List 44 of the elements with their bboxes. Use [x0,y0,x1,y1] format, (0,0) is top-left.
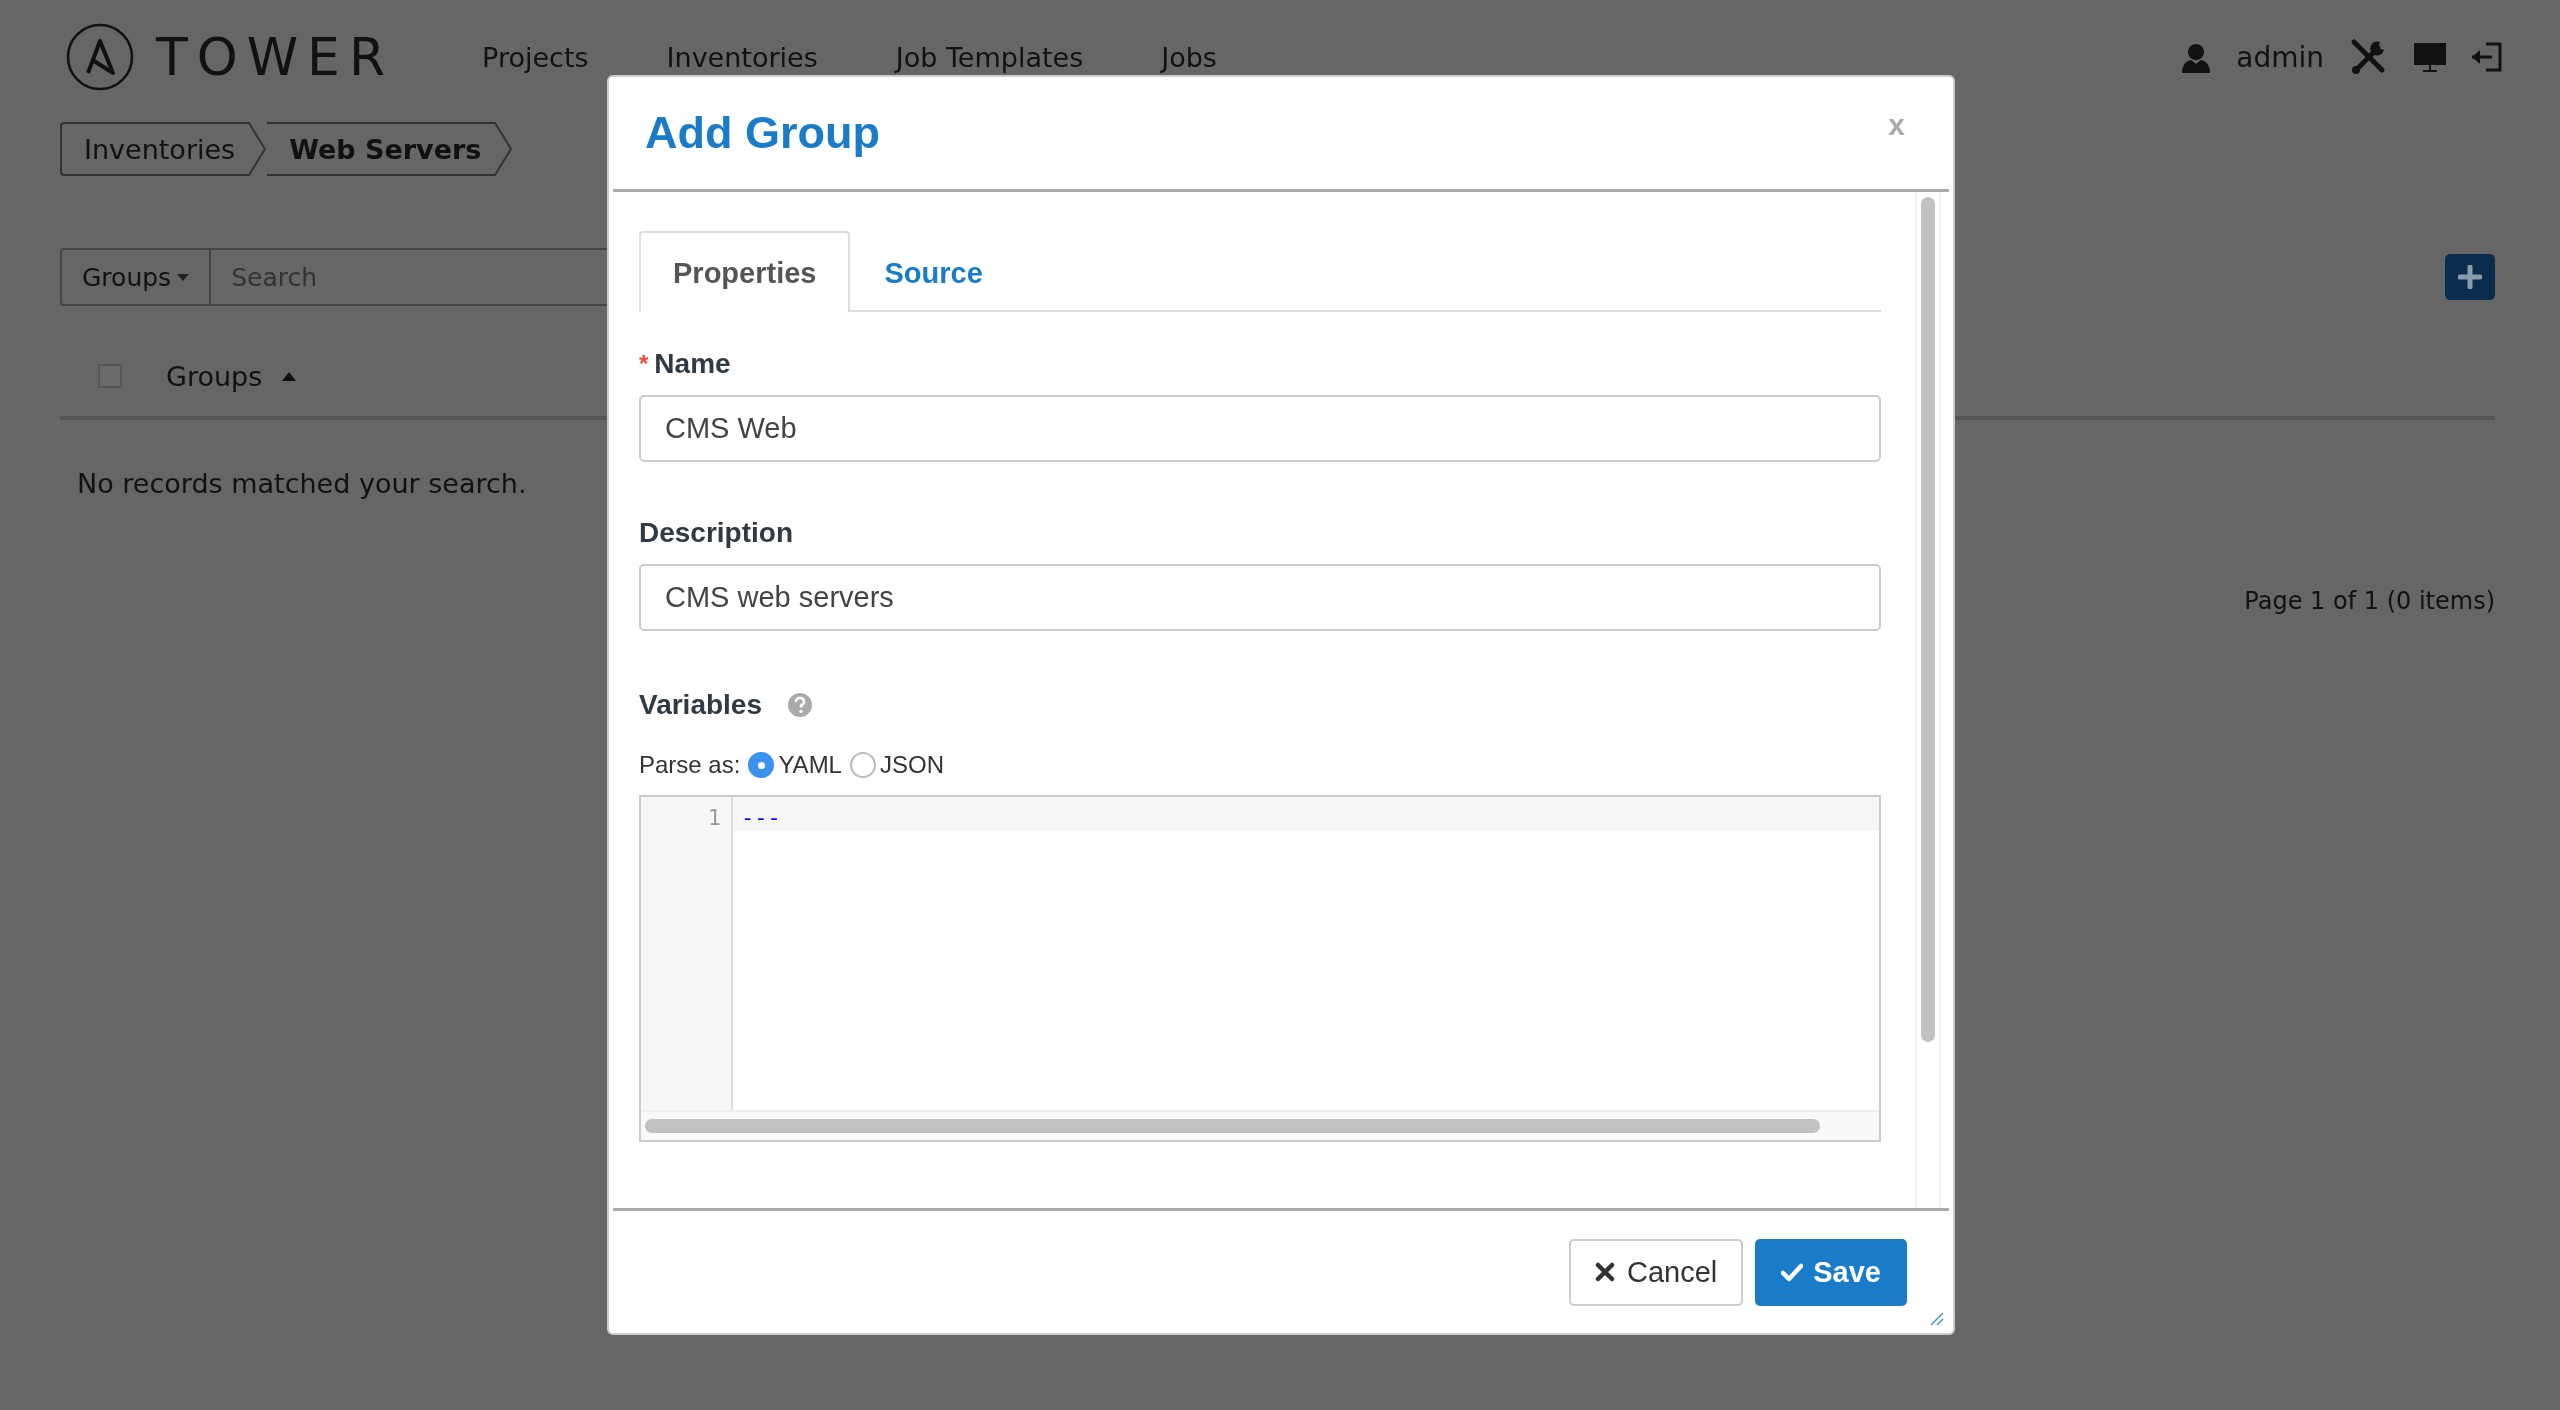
close-button[interactable]: x [1884,108,1909,142]
nav-link[interactable]: Projects [482,41,589,73]
help-icon[interactable] [788,693,812,717]
line-number: 1 [706,804,722,829]
close-icon [1595,1262,1617,1282]
pagination-text: Page 1 of 1 (0 items) [2244,587,2495,615]
logo-text: TOWER [156,31,395,83]
nav-link[interactable]: Job Templates [895,41,1084,73]
nav-link[interactable]: Inventories [666,41,818,73]
required-mark: * [639,350,649,378]
filter-dropdown[interactable]: Groups [60,248,212,306]
field-label: Variables [639,689,762,721]
tab[interactable]: Source [850,231,1017,312]
plus-icon [2458,265,2482,289]
caret-icon [177,273,190,281]
checkmark-icon [1781,1262,1804,1282]
logo-icon [66,23,134,91]
save-button[interactable]: Save [1755,1238,1907,1306]
user-icon [2182,41,2211,73]
text-field[interactable]: CMS Web [639,395,1881,462]
tab[interactable]: Properties [639,231,851,312]
add-button[interactable] [2445,254,2495,300]
resize-handle-icon[interactable] [1929,1311,1945,1327]
field-label: Description [639,517,794,549]
scrollbar-thumb[interactable] [645,1119,1820,1133]
column-header[interactable]: Groups [166,360,263,392]
field-label: Name [654,348,731,380]
text-field[interactable]: CMS web servers [639,564,1881,631]
cancel-button[interactable]: Cancel [1569,1238,1744,1306]
logout-icon[interactable] [2472,41,2502,73]
breadcrumb-item[interactable]: Web Servers [267,122,514,176]
empty-message: No records matched your search. [77,468,528,499]
modal-title: Add Group [645,107,880,159]
code-editor[interactable]: 1 --- [639,795,1881,1142]
user-name[interactable]: admin [2236,40,2324,74]
radio-option[interactable]: YAML [748,751,842,779]
nav-link[interactable]: Jobs [1161,41,1217,73]
radio-option[interactable]: JSON [849,751,944,779]
breadcrumb-chevron-icon [247,122,268,176]
breadcrumb-chevron-icon [493,122,514,176]
sort-ascending-icon [282,371,297,381]
parse-label: Parse as: [639,751,741,779]
monitor-icon[interactable] [2414,42,2446,72]
scrollbar-thumb[interactable] [1921,197,1935,1042]
